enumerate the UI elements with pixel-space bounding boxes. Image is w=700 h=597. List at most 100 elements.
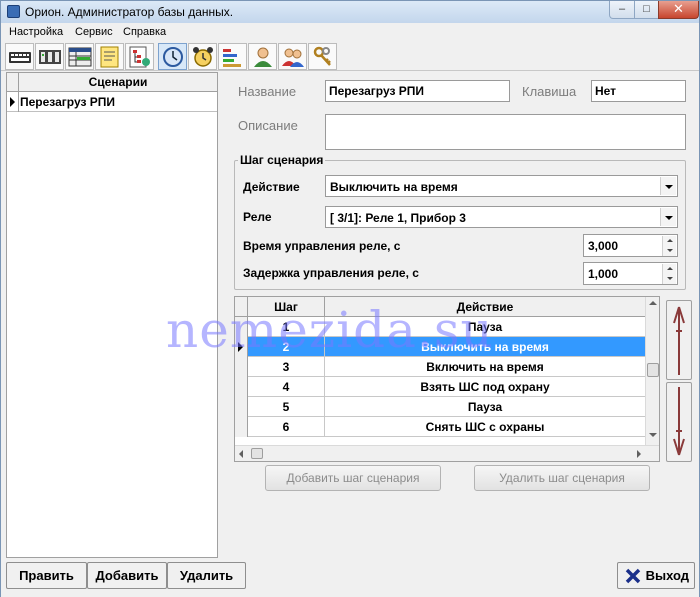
row-indicator [235, 417, 248, 437]
window-title: Орион. Администратор базы данных. [25, 5, 234, 19]
chevron-down-icon[interactable] [660, 177, 676, 195]
clock-button[interactable] [158, 43, 187, 70]
add-step-button[interactable]: Добавить шаг сценария [265, 465, 441, 491]
step-group-title: Шаг сценария [238, 153, 326, 167]
database-table-icon [68, 47, 92, 67]
cell-action: Выключить на время [421, 340, 549, 354]
scenario-row[interactable]: Перезагруз РПИ [7, 92, 217, 112]
cell-step: 5 [282, 400, 290, 414]
add-button[interactable]: Добавить [87, 562, 167, 589]
scroll-down-icon[interactable] [649, 433, 657, 437]
cell-step: 2 [282, 340, 290, 354]
menu-help[interactable]: Справка [123, 26, 166, 38]
table-row[interactable]: 6 Снять ШС с охраны [235, 417, 659, 437]
header-corner [235, 297, 248, 317]
alarm-clock-button[interactable] [188, 43, 217, 70]
row-indicator [235, 317, 248, 337]
devices-button[interactable] [35, 43, 64, 70]
scenario-details: Название Перезагруз РПИ Клавиша Нет Опис… [220, 72, 698, 558]
steps-table: Шаг Действие 1 Пауза 2 Выключить на врем… [234, 296, 660, 462]
key-field[interactable]: Нет [591, 80, 686, 102]
notes-icon [100, 46, 119, 68]
scroll-up-icon[interactable] [649, 301, 657, 305]
table-row[interactable]: 1 Пауза [235, 317, 659, 337]
devices-icon [39, 50, 61, 64]
delay-value: 1,000 [588, 267, 619, 281]
cell-step: 1 [282, 320, 290, 334]
vertical-scrollbar[interactable] [645, 297, 659, 445]
menu-service[interactable]: Сервис [75, 26, 113, 38]
cell-step: 3 [282, 360, 290, 374]
row-indicator [235, 397, 248, 417]
move-step-up-button[interactable] [666, 300, 692, 380]
scroll-thumb[interactable] [251, 448, 263, 459]
delay-spinner[interactable]: 1,000 [583, 262, 678, 285]
scroll-left-icon[interactable] [239, 450, 243, 458]
minimize-button[interactable]: – [609, 1, 635, 19]
spin-down-icon[interactable] [662, 246, 676, 256]
cell-step: 4 [282, 380, 290, 394]
delete-button[interactable]: Удалить [167, 562, 246, 589]
description-field[interactable] [325, 114, 686, 150]
main-window: Орион. Администратор базы данных. – □ ✕ … [0, 0, 700, 597]
table-row[interactable]: 5 Пауза [235, 397, 659, 417]
app-icon [7, 5, 20, 18]
menu-settings[interactable]: Настройка [9, 26, 63, 38]
bottom-bar: Править Добавить Удалить Выход [1, 559, 699, 597]
action-label: Действие [243, 180, 300, 194]
time-label: Время управления реле, с [243, 239, 401, 253]
tree-button[interactable] [125, 43, 154, 70]
exit-label: Выход [645, 568, 689, 583]
row-indicator [235, 357, 248, 377]
chart-button[interactable] [218, 43, 247, 70]
remove-step-button[interactable]: Удалить шаг сценария [474, 465, 650, 491]
keys-icon [313, 46, 331, 66]
database-table-button[interactable] [65, 43, 94, 70]
spin-up-icon[interactable] [662, 236, 676, 246]
row-indicator-icon [7, 92, 19, 112]
spin-down-icon[interactable] [662, 274, 676, 284]
table-row[interactable]: 2 Выключить на время [235, 337, 659, 357]
scroll-right-icon[interactable] [637, 450, 641, 458]
user-icon [254, 47, 272, 67]
action-select[interactable]: Выключить на время [325, 175, 678, 197]
exit-button[interactable]: Выход [617, 562, 695, 589]
horizontal-scrollbar[interactable] [235, 445, 659, 461]
keyboard-button[interactable] [5, 43, 34, 70]
column-action[interactable]: Действие [325, 300, 645, 314]
scenarios-header: Сценарии [7, 73, 217, 92]
move-step-down-button[interactable] [666, 382, 692, 462]
scroll-thumb[interactable] [647, 363, 659, 377]
scenarios-header-label: Сценарии [88, 75, 148, 89]
column-step[interactable]: Шаг [248, 300, 324, 314]
arrow-up-icon [673, 306, 685, 375]
header-corner [7, 73, 19, 91]
close-button[interactable]: ✕ [658, 1, 699, 19]
time-spinner[interactable]: 3,000 [583, 234, 678, 257]
key-label: Клавиша [522, 84, 577, 99]
alarm-clock-icon [193, 47, 213, 67]
relay-label: Реле [243, 210, 272, 224]
cell-action: Пауза [467, 400, 503, 414]
maximize-button[interactable]: □ [634, 1, 659, 19]
steps-table-header: Шаг Действие [235, 297, 659, 317]
users-button[interactable] [278, 43, 307, 70]
spin-up-icon[interactable] [662, 264, 676, 274]
cell-action: Взять ШС под охрану [420, 380, 550, 394]
edit-button[interactable]: Править [6, 562, 87, 589]
user-button[interactable] [248, 43, 277, 70]
users-icon [282, 48, 304, 67]
relay-select[interactable]: [ 3/1]: Реле 1, Прибор 3 [325, 206, 678, 228]
name-field[interactable]: Перезагруз РПИ [325, 80, 510, 102]
table-row[interactable]: 3 Включить на время [235, 357, 659, 377]
cell-action: Снять ШС с охраны [425, 420, 545, 434]
keys-button[interactable] [308, 43, 337, 70]
table-row[interactable]: 4 Взять ШС под охрану [235, 377, 659, 397]
title-bar: Орион. Администратор базы данных. – □ ✕ [1, 1, 699, 23]
cell-step: 6 [282, 420, 290, 434]
notes-button[interactable] [95, 43, 124, 70]
row-indicator-icon [235, 337, 248, 357]
toolbar [1, 41, 699, 71]
relay-select-value: [ 3/1]: Реле 1, Прибор 3 [330, 211, 466, 225]
chevron-down-icon[interactable] [660, 208, 676, 226]
